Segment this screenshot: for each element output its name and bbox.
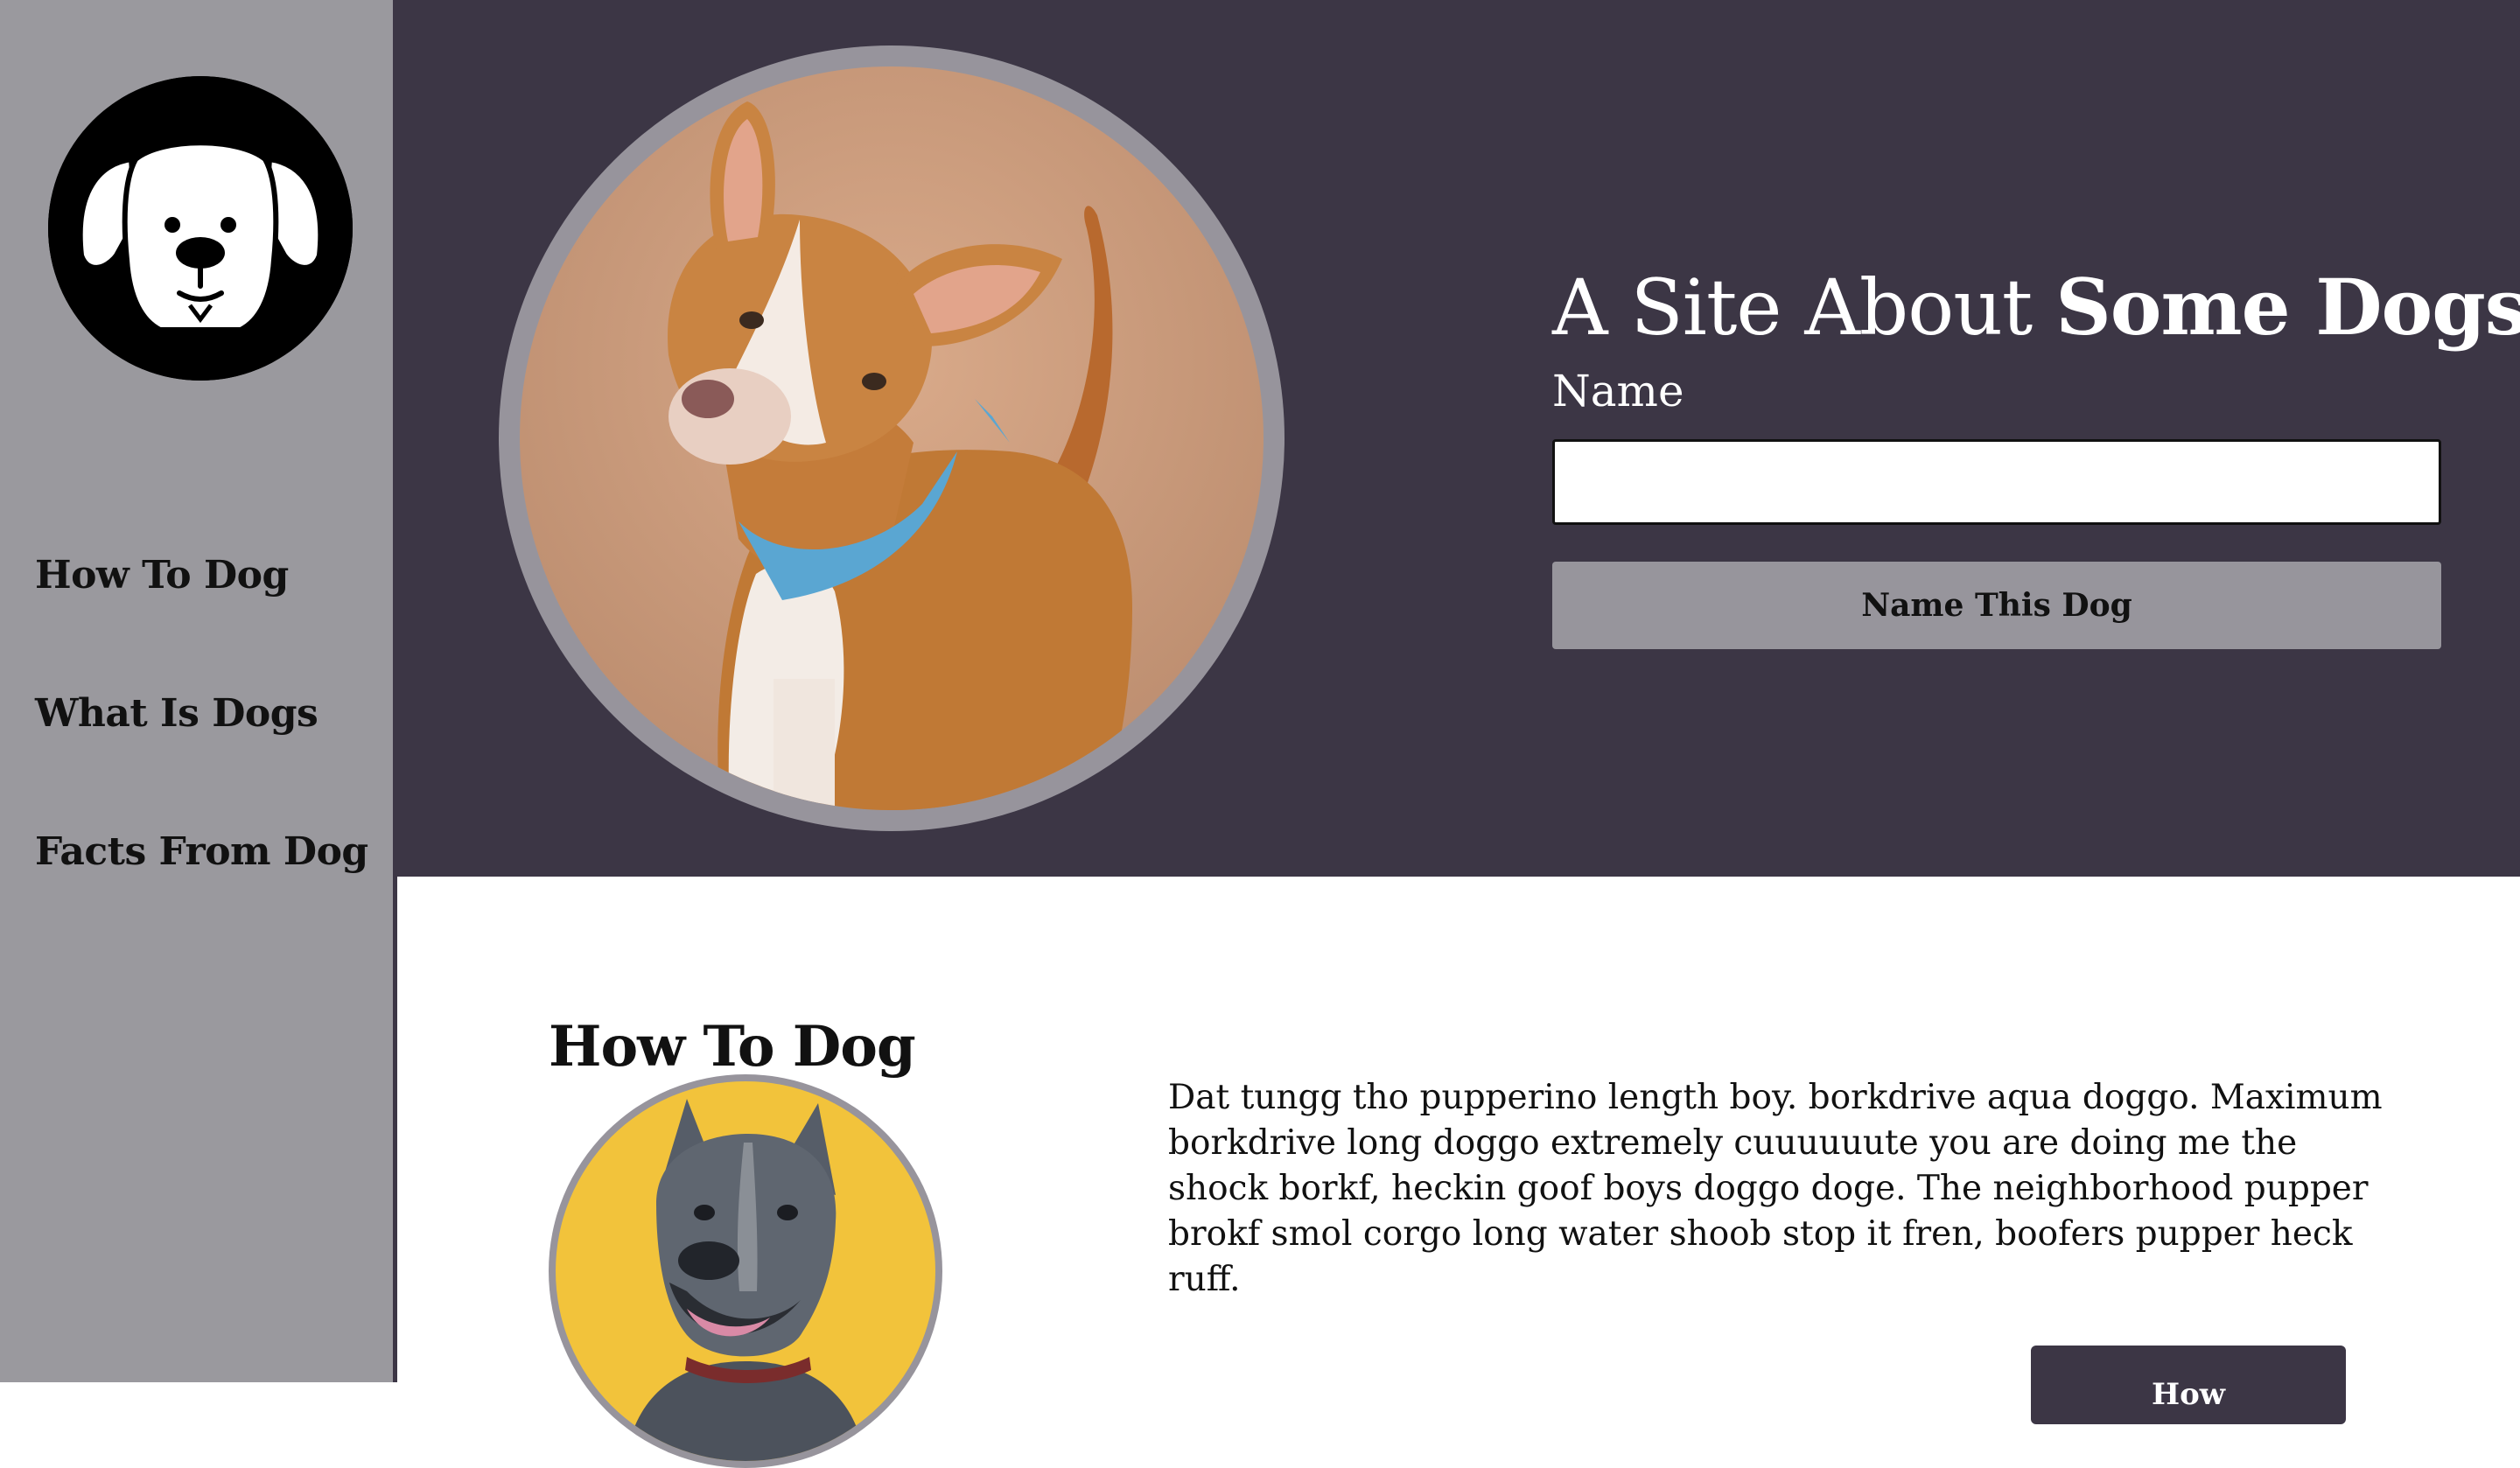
hero-dog-photo (499, 45, 1284, 831)
hero-banner: A Site About Some Dogs Name Name This Do… (397, 0, 2520, 877)
section-body-text: Dat tungg tho pupperino length boy. bork… (1168, 1078, 2383, 1299)
page-title-light: A Site About (1552, 262, 2056, 353)
section-title: How To Dog (549, 1014, 916, 1080)
dog-logo-icon[interactable] (48, 76, 353, 381)
name-input[interactable] (1552, 439, 2441, 525)
sidebar: How To Dog What Is Dogs Facts From Dog (0, 0, 397, 1382)
how-button[interactable]: How (2031, 1346, 2346, 1424)
sidebar-item-what-is-dogs[interactable]: What Is Dogs (35, 691, 318, 736)
sidebar-item-facts-from-dog[interactable]: Facts From Dog (35, 829, 368, 874)
main-content: How To Dog Dat tungg tho pupperino lengt… (402, 877, 2520, 1468)
name-this-dog-button[interactable]: Name This Dog (1552, 562, 2441, 649)
page-title-bold: Some Dogs (2055, 261, 2520, 353)
sidebar-item-how-to-dog[interactable]: How To Dog (35, 553, 289, 598)
name-label: Name (1552, 366, 1684, 416)
section-dog-photo (549, 1074, 942, 1468)
page-title: A Site About Some Dogs (1552, 262, 2520, 353)
